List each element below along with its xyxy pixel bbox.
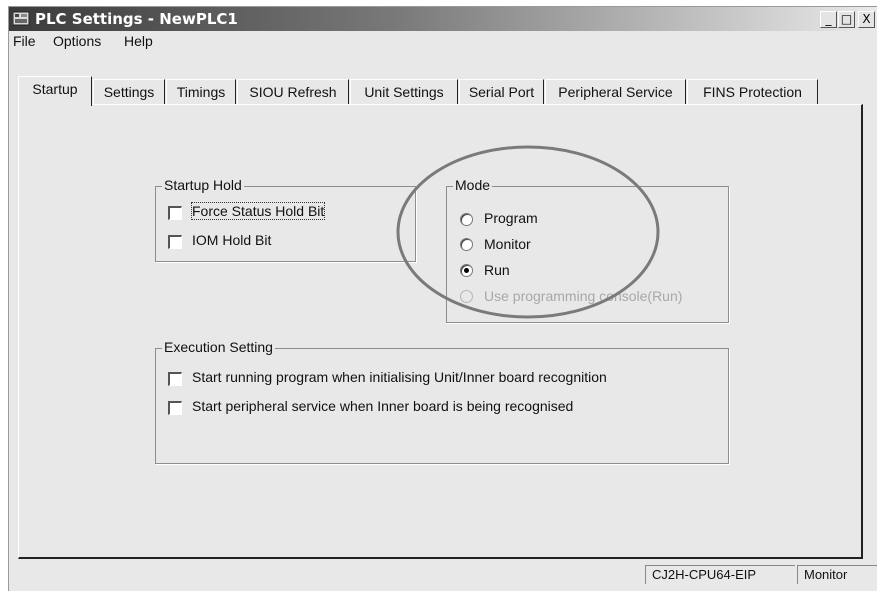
iom-hold-bit-label[interactable]: IOM Hold Bit [192, 232, 271, 248]
use-programming-console-label: Use programming console(Run) [484, 288, 683, 304]
force-status-hold-bit-checkbox[interactable] [168, 206, 182, 220]
title-bar[interactable]: PLC Settings - NewPLC1 _ □ X [9, 7, 877, 31]
use-programming-console-radio [460, 290, 473, 303]
plc-app-icon [12, 11, 30, 26]
status-bar: CJ2H-CPU64-EIP Monitor [8, 563, 877, 584]
menu-help[interactable]: Help [124, 33, 153, 49]
start-peripheral-service-label[interactable]: Start peripheral service when Inner boar… [192, 398, 573, 414]
tab-settings[interactable]: Settings [93, 79, 165, 104]
tab-peripheral-service[interactable]: Peripheral Service [545, 79, 686, 104]
status-device: CJ2H-CPU64-EIP [645, 565, 795, 584]
tab-startup[interactable]: Startup [18, 76, 92, 106]
program-radio[interactable] [460, 213, 473, 226]
monitor-label[interactable]: Monitor [484, 236, 531, 252]
tab-fins-protection[interactable]: FINS Protection [687, 79, 818, 104]
tab-serial-port[interactable]: Serial Port [459, 79, 544, 104]
minimize-button[interactable]: _ [820, 11, 837, 28]
execution-setting-title: Execution Setting [162, 339, 275, 355]
window-title: PLC Settings - NewPLC1 [35, 10, 238, 28]
menu-bar: File Options Help [9, 31, 877, 53]
iom-hold-bit-checkbox[interactable] [168, 235, 182, 249]
tab-siou-refresh[interactable]: SIOU Refresh [237, 79, 349, 104]
startup-tab-panel [18, 104, 863, 559]
run-radio[interactable] [460, 264, 473, 277]
close-button[interactable]: X [858, 11, 875, 28]
menu-options[interactable]: Options [53, 33, 101, 49]
tab-timings[interactable]: Timings [166, 79, 236, 104]
start-running-program-checkbox[interactable] [168, 372, 182, 386]
monitor-radio[interactable] [460, 238, 473, 251]
status-mode: Monitor [797, 565, 877, 584]
tab-unit-settings[interactable]: Unit Settings [350, 79, 458, 104]
startup-hold-group: Startup Hold [155, 177, 416, 262]
maximize-button[interactable]: □ [838, 11, 855, 28]
start-peripheral-service-checkbox[interactable] [168, 401, 182, 415]
force-status-hold-bit-label[interactable]: Force Status Hold Bit [190, 202, 326, 220]
start-running-program-label[interactable]: Start running program when initialising … [192, 369, 607, 385]
menu-file[interactable]: File [13, 33, 36, 49]
mode-title: Mode [453, 177, 493, 193]
program-label[interactable]: Program [484, 210, 538, 226]
run-label[interactable]: Run [484, 262, 510, 278]
startup-hold-title: Startup Hold [162, 177, 244, 193]
